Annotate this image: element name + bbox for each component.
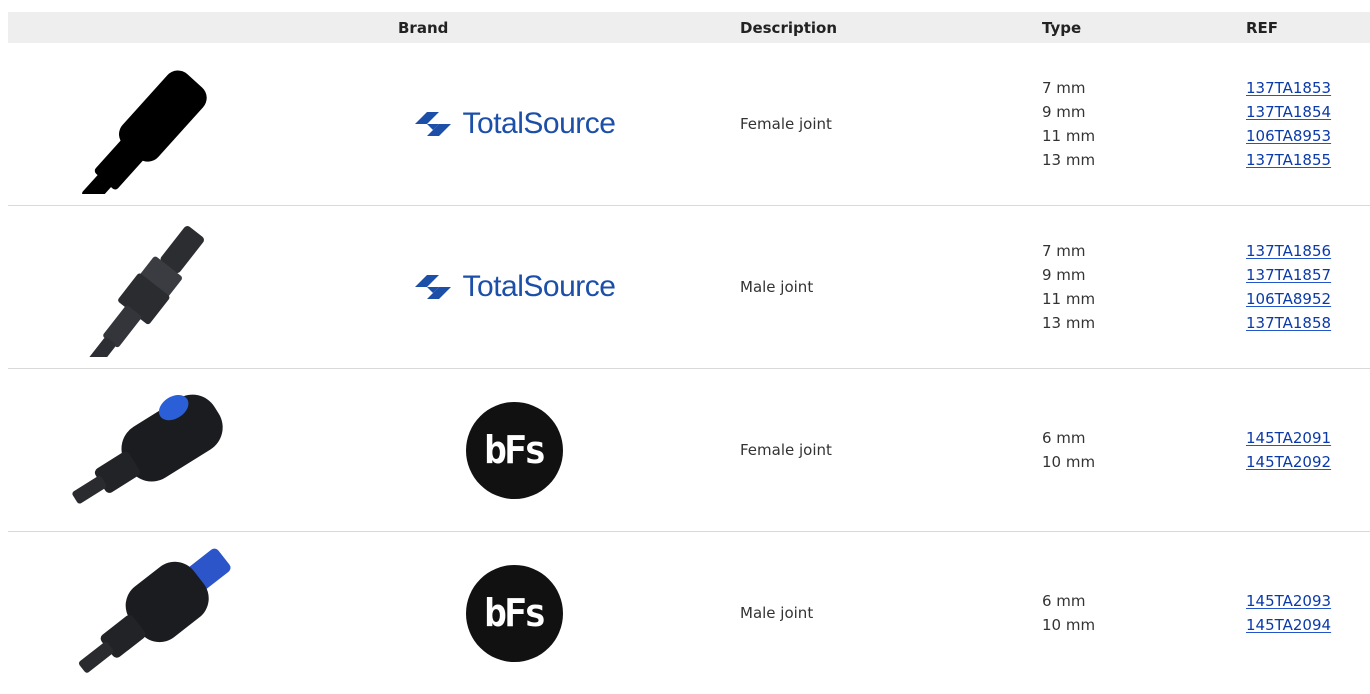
type-value: 9 mm: [1042, 103, 1086, 121]
totalsource-logo: TotalSource: [413, 107, 616, 141]
ref-link[interactable]: 137TA1854: [1246, 100, 1370, 124]
ref-link[interactable]: 145TA2091: [1246, 426, 1370, 450]
brand-cell: bFs: [298, 401, 730, 499]
ref-link[interactable]: 137TA1855: [1246, 148, 1370, 172]
type-cell: 7 mm 9 mm 11 mm 13 mm: [1032, 239, 1236, 335]
bfs-logo: bFs: [465, 401, 563, 499]
ref-cell: 137TA1853 137TA1854 106TA8953 137TA1855: [1236, 76, 1370, 172]
table-row: bFs Male joint 6 mm 10 mm 145TA2093 145T…: [8, 532, 1370, 694]
ref-link[interactable]: 145TA2093: [1246, 589, 1370, 613]
ref-cell: 137TA1856 137TA1857 106TA8952 137TA1858: [1236, 239, 1370, 335]
brand-cell: TotalSource: [298, 270, 730, 304]
ref-link[interactable]: 106TA8952: [1246, 287, 1370, 311]
header-ref: REF: [1246, 18, 1279, 37]
type-value: 7 mm: [1042, 242, 1086, 260]
type-cell: 6 mm 10 mm: [1032, 589, 1236, 637]
brand-cell: bFs: [298, 564, 730, 662]
bfs-logo: bFs: [465, 564, 563, 662]
ref-cell: 145TA2091 145TA2092: [1236, 426, 1370, 474]
type-value: 13 mm: [1042, 314, 1096, 332]
type-cell: 6 mm 10 mm: [1032, 426, 1236, 474]
ref-cell: 145TA2093 145TA2094: [1236, 589, 1370, 637]
ref-link[interactable]: 145TA2092: [1246, 450, 1370, 474]
description-cell: Male joint: [740, 604, 814, 622]
product-image-male-joint: [8, 206, 298, 368]
bfs-wordmark: bFs: [484, 428, 547, 472]
ref-link[interactable]: 106TA8953: [1246, 124, 1370, 148]
header-type: Type: [1042, 18, 1082, 37]
type-value: 10 mm: [1042, 453, 1096, 471]
type-value: 7 mm: [1042, 79, 1086, 97]
product-table: Brand Description Type REF TotalSource F…: [8, 12, 1370, 694]
description-cell: Female joint: [740, 115, 832, 133]
ref-link[interactable]: 145TA2094: [1246, 613, 1370, 637]
product-image-female-joint: [8, 369, 298, 531]
type-value: 13 mm: [1042, 151, 1096, 169]
type-value: 11 mm: [1042, 290, 1096, 308]
type-value: 6 mm: [1042, 429, 1086, 447]
totalsource-wordmark: TotalSource: [462, 270, 616, 303]
table-row: TotalSource Male joint 7 mm 9 mm 11 mm 1…: [8, 206, 1370, 369]
totalsource-mark-icon: [414, 112, 451, 136]
header-description: Description: [740, 18, 838, 37]
totalsource-logo: TotalSource: [413, 270, 616, 304]
ref-link[interactable]: 137TA1858: [1246, 311, 1370, 335]
type-value: 10 mm: [1042, 616, 1096, 634]
product-image-male-joint: [8, 532, 298, 694]
type-value: 11 mm: [1042, 127, 1096, 145]
totalsource-wordmark: TotalSource: [462, 107, 616, 140]
ref-link[interactable]: 137TA1856: [1246, 239, 1370, 263]
brand-cell: TotalSource: [298, 107, 730, 141]
totalsource-mark-icon: [414, 275, 451, 299]
description-cell: Female joint: [740, 441, 832, 459]
product-image-female-joint: [8, 43, 298, 205]
description-cell: Male joint: [740, 278, 814, 296]
bfs-wordmark: bFs: [484, 591, 547, 635]
ref-link[interactable]: 137TA1853: [1246, 76, 1370, 100]
table-row: bFs Female joint 6 mm 10 mm 145TA2091 14…: [8, 369, 1370, 532]
type-value: 9 mm: [1042, 266, 1086, 284]
ref-link[interactable]: 137TA1857: [1246, 263, 1370, 287]
table-header: Brand Description Type REF: [8, 12, 1370, 43]
type-cell: 7 mm 9 mm 11 mm 13 mm: [1032, 76, 1236, 172]
header-brand: Brand: [398, 18, 449, 37]
type-value: 6 mm: [1042, 592, 1086, 610]
table-row: TotalSource Female joint 7 mm 9 mm 11 mm…: [8, 43, 1370, 206]
